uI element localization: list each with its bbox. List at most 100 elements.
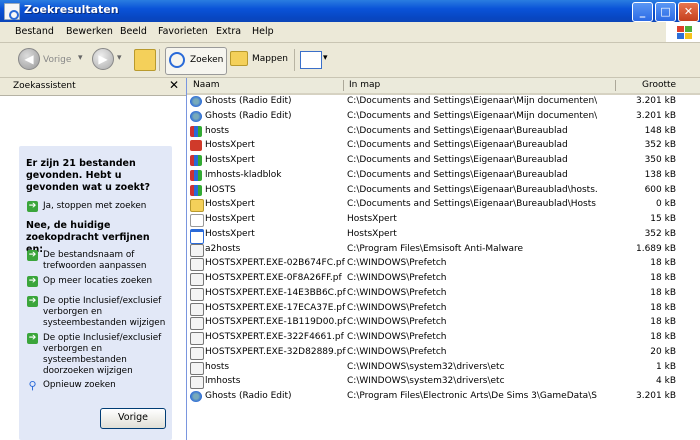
column-divider[interactable] [343, 80, 344, 91]
file-size: 18 kB [650, 258, 676, 269]
file-name: HOSTSXPERT.EXE-322F4661.pf [205, 332, 344, 342]
option-new-search[interactable]: ⚲ Opnieuw zoeken [27, 380, 167, 391]
file-name: HostsXpert [205, 228, 255, 239]
file-folder: C:\WINDOWS\Prefetch [347, 346, 447, 357]
file-size: 1.689 kB [635, 243, 676, 254]
table-row[interactable]: a2hosts C:\Program Files\Emsisoft Anti-Ma… [187, 243, 700, 258]
table-row[interactable]: HOSTSXPERT.EXE-14E3BB6C.pf C:\WINDOWS\Pre… [187, 287, 700, 302]
view-dropdown-icon[interactable]: ▾ [323, 53, 328, 79]
column-folder[interactable]: In map [349, 80, 380, 90]
column-size[interactable]: Grootte [642, 80, 676, 90]
file-name: HOSTS [205, 184, 236, 195]
menu-bestand[interactable]: Bestand [15, 26, 54, 37]
file-name: a2hosts [205, 243, 241, 254]
file-size: 3.201 kB [635, 96, 676, 106]
file-size: 148 kB [644, 125, 676, 136]
table-row[interactable]: HostsXpert C:\Documents and Settings\Eige… [187, 154, 700, 169]
table-row[interactable]: HostsXpert HostsXpert 352 kB [187, 228, 700, 244]
file-folder: C:\Documents and Settings\Eigenaar\Burea… [347, 169, 568, 180]
folder-up-icon[interactable] [134, 49, 156, 71]
toolbar-separator [294, 49, 295, 71]
table-row[interactable]: hosts C:\Documents and Settings\Eigenaar\… [187, 125, 700, 140]
file-name: HOSTSXPERT.EXE-14E3BB6C.pf [205, 287, 346, 298]
table-row[interactable]: HOSTSXPERT.EXE-17ECA37E.pf C:\WINDOWS\Pre… [187, 302, 700, 317]
table-row[interactable]: Ghosts (Radio Edit) C:\Program Files\Elec… [187, 390, 700, 405]
panel-header: Zoekassistent ✕ [0, 78, 186, 96]
search-button-label: Zoeken [190, 55, 224, 65]
doc-icon [190, 214, 204, 227]
table-row[interactable]: HostsXpert HostsXpert 15 kB [187, 213, 700, 228]
menu-help[interactable]: Help [252, 26, 274, 37]
file-folder: C:\WINDOWS\Prefetch [347, 273, 447, 283]
file-name: HostsXpert [205, 214, 255, 224]
folders-button[interactable]: Mappen [230, 49, 288, 73]
table-row[interactable]: Ghosts (Radio Edit) C:\Documents and Sett… [187, 95, 700, 110]
table-row[interactable]: hosts C:\WINDOWS\system32\drivers\etc 1 kB [187, 361, 700, 376]
panel-title: Zoekassistent [13, 81, 76, 91]
file-size: 20 kB [650, 346, 676, 357]
file-name: Ghosts (Radio Edit) [205, 96, 292, 106]
maximize-button[interactable]: □ [655, 2, 676, 22]
table-row[interactable]: HOSTSXPERT.EXE-322F4661.pf C:\WINDOWS\Pre… [187, 331, 700, 346]
toolbar: ◀ Vorige ▾ ▶ ▾ Zoeken Mappen ▾ [0, 43, 700, 78]
option-label: De optie Inclusief/exclusief verborgen e… [43, 296, 166, 328]
option-hidden-files[interactable]: ➔ De optie Inclusief/exclusief verborgen… [27, 296, 167, 329]
menu-extra[interactable]: Extra [216, 26, 241, 37]
back-button[interactable]: Vorige [100, 408, 166, 429]
close-button[interactable]: ✕ [678, 2, 699, 22]
green-arrow-icon: ➔ [27, 276, 38, 287]
file-folder: C:\WINDOWS\Prefetch [347, 302, 447, 313]
forward-dropdown-icon[interactable]: ▾ [117, 53, 122, 79]
file-name: lmhosts [205, 376, 241, 387]
file-folder: C:\Documents and Settings\Eigenaar\Burea… [347, 125, 568, 136]
option-more-locations[interactable]: ➔ Op meer locaties zoeken [27, 276, 167, 287]
back-dropdown-icon[interactable]: ▾ [78, 53, 83, 79]
file-icon [190, 243, 204, 257]
file-folder: C:\Documents and Settings\Eigenaar\Burea… [347, 199, 597, 210]
file-name: HOSTSXPERT.EXE-0F8A26FF.pf [205, 273, 342, 283]
forward-arrow-icon[interactable]: ▶ [92, 48, 114, 70]
archive-icon [190, 169, 202, 181]
close-panel-icon[interactable]: ✕ [169, 78, 179, 92]
table-row[interactable]: Ghosts (Radio Edit) C:\Documents and Sett… [187, 110, 700, 125]
back-arrow-icon[interactable]: ◀ [18, 48, 40, 70]
minimize-button[interactable]: _ [632, 2, 653, 22]
option-label: Ja, stoppen met zoeken [43, 201, 147, 211]
file-name: Ghosts (Radio Edit) [205, 110, 292, 121]
file-folder: C:\Program Files\Electronic Arts\De Sims… [347, 391, 597, 401]
table-row[interactable]: HOSTSXPERT.EXE-1B119D00.pf C:\WINDOWS\Pre… [187, 316, 700, 331]
table-row[interactable]: HostsXpert C:\Documents and Settings\Eige… [187, 198, 700, 213]
file-folder: C:\WINDOWS\Prefetch [347, 332, 447, 342]
file-size: 15 kB [650, 214, 676, 224]
option-search-hidden[interactable]: ➔ De optie Inclusief/exclusief verborgen… [27, 333, 167, 377]
file-size: 352 kB [644, 228, 676, 239]
media-icon [190, 96, 202, 107]
menu-bewerken[interactable]: Bewerken [66, 26, 113, 37]
table-row[interactable]: HostsXpert C:\Documents and Settings\Eige… [187, 139, 700, 154]
file-folder: C:\Documents and Settings\Eigenaar\Mijn … [347, 96, 597, 106]
column-name[interactable]: Naam [193, 80, 220, 90]
table-row[interactable]: HOSTSXPERT.EXE-32D82889.pf C:\WINDOWS\Pre… [187, 346, 700, 361]
table-row[interactable]: HOSTS C:\Documents and Settings\Eigenaar\… [187, 184, 700, 199]
file-name: HostsXpert [205, 199, 255, 210]
file-size: 600 kB [644, 184, 676, 195]
menu-favorieten[interactable]: Favorieten [158, 26, 208, 37]
file-icon [190, 361, 204, 375]
results-question: Er zijn 21 bestanden gevonden. Hebt u ge… [26, 158, 151, 193]
file-name: hosts [205, 361, 230, 372]
table-row[interactable]: lmhosts C:\WINDOWS\system32\drivers\etc 4 … [187, 375, 700, 390]
media-icon [190, 110, 202, 122]
file-icon [190, 273, 204, 286]
file-name: HostsXpert [205, 155, 255, 165]
option-stop-search[interactable]: ➔ Ja, stoppen met zoeken [27, 201, 167, 212]
option-change-name[interactable]: ➔ De bestandsnaam of trefwoorden aanpass… [27, 250, 167, 272]
file-name: HOSTSXPERT.EXE-02B674FC.pf [205, 258, 345, 269]
table-row[interactable]: lmhosts-kladblok C:\Documents and Setting… [187, 169, 700, 184]
menu-beeld[interactable]: Beeld [120, 26, 147, 37]
column-divider[interactable] [615, 80, 616, 91]
option-label: Opnieuw zoeken [43, 380, 116, 390]
search-button[interactable]: Zoeken [165, 47, 227, 75]
table-row[interactable]: HOSTSXPERT.EXE-02B674FC.pf C:\WINDOWS\Pre… [187, 257, 700, 272]
table-row[interactable]: HOSTSXPERT.EXE-0F8A26FF.pf C:\WINDOWS\Pre… [187, 272, 700, 287]
view-menu-icon[interactable] [300, 51, 322, 69]
